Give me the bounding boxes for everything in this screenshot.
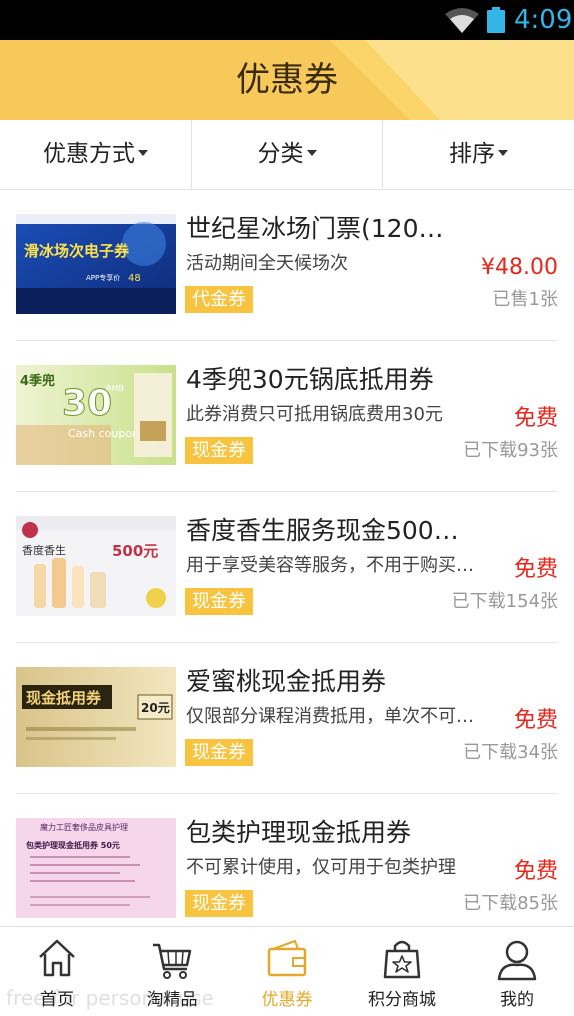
- coupon-type-badge: 现金券: [185, 739, 253, 766]
- title-bar: 优惠券: [0, 40, 574, 120]
- coupon-price: ¥48.00: [481, 255, 558, 280]
- filter-label: 分类: [257, 141, 304, 167]
- filter-label: 优惠方式: [43, 141, 135, 167]
- home-icon: [39, 939, 75, 977]
- tab-coupons[interactable]: 优惠券: [230, 927, 344, 1016]
- coupon-description: 不可累计使用，仅可用于包类护理: [186, 857, 456, 878]
- clock: 4:09: [514, 5, 573, 35]
- page-title: 优惠券: [236, 60, 338, 100]
- coupon-description: 仅限部分课程消费抵用，单次不可累…: [186, 706, 491, 727]
- coupon-item[interactable]: 4季兜 30 RMB Cash coupon 4季兜30元锅底抵用券 此券消费只…: [0, 341, 574, 492]
- coupon-item[interactable]: 魔力工匠奢侈品皮具护理 包类护理现金抵用券 50元 包类护理现金抵用券 不可累计…: [0, 794, 574, 945]
- thumb-text: APP专享价: [86, 273, 120, 282]
- caret-down-icon: [498, 149, 508, 156]
- coupon-price: 免费: [513, 557, 558, 582]
- status-bar: 4:09: [0, 0, 574, 40]
- coupon-sold-count: 已售1张: [492, 289, 558, 310]
- wallet-icon: [267, 940, 307, 977]
- coupon-description: 此券消费只可抵用锅底费用30元: [186, 404, 443, 425]
- thumb-text: 魔力工匠奢侈品皮具护理: [40, 822, 128, 832]
- watermark: free for personal use: [6, 986, 214, 1010]
- thumb-text: RMB: [106, 384, 124, 393]
- coupon-type-badge: 现金券: [185, 588, 253, 615]
- coupon-price: 免费: [513, 406, 558, 431]
- coupon-image: 4季兜 30 RMB Cash coupon: [16, 365, 176, 465]
- profile-icon: [497, 940, 537, 981]
- coupon-description: 用于享受美容等服务，不用于购买美…: [186, 555, 491, 576]
- coupon-image: 现金抵用券 20元: [16, 667, 176, 767]
- filter-bar: 优惠方式 分类 排序: [0, 120, 574, 190]
- coupon-title: 世纪星冰场门票(120…: [186, 214, 444, 243]
- filter-sort[interactable]: 排序: [383, 120, 574, 190]
- thumb-text: 48: [128, 273, 141, 284]
- tab-label: 积分商城: [368, 990, 436, 1010]
- wifi-icon: [445, 8, 479, 33]
- coupon-title: 包类护理现金抵用券: [186, 818, 412, 847]
- caret-down-icon: [306, 149, 317, 156]
- tab-label: 优惠券: [261, 990, 313, 1010]
- thumb-text: 现金抵用券: [26, 689, 102, 707]
- thumb-text: 30: [62, 383, 112, 424]
- coupon-type-badge: 代金券: [185, 286, 253, 313]
- tab-mine[interactable]: 我的: [460, 927, 574, 1016]
- coupon-image: 香度香生 500元: [16, 516, 176, 616]
- filter-category[interactable]: 分类: [192, 120, 382, 190]
- tab-points-mall[interactable]: 积分商城: [345, 927, 459, 1016]
- coupon-item[interactable]: 香度香生 500元 香度香生服务现金500元… 用于享受美容等服务，不用于购买美…: [0, 492, 574, 643]
- battery-icon: [487, 7, 505, 33]
- tab-label: 我的: [500, 990, 534, 1010]
- filter-label: 排序: [449, 141, 495, 167]
- caret-down-icon: [138, 149, 148, 156]
- coupon-sold-count: 已下载34张: [463, 742, 558, 763]
- coupon-item[interactable]: 滑冰场次电子券 APP专享价 48 世纪星冰场门票(120… 活动期间全天候场次…: [0, 190, 574, 341]
- coupon-price: 免费: [513, 708, 558, 733]
- thumb-text: 包类护理现金抵用券 50元: [25, 840, 120, 850]
- coupon-title: 爱蜜桃现金抵用券: [186, 667, 387, 696]
- thumb-text: 4季兜: [20, 373, 55, 389]
- thumb-text: 香度香生: [22, 543, 66, 557]
- coupon-type-badge: 现金券: [185, 437, 253, 464]
- coupon-type-badge: 现金券: [185, 890, 253, 917]
- coupon-image: 魔力工匠奢侈品皮具护理 包类护理现金抵用券 50元: [16, 818, 176, 918]
- thumb-text: Cash coupon: [68, 427, 139, 440]
- coupon-sold-count: 已下载93张: [463, 440, 558, 461]
- coupon-image: 滑冰场次电子券 APP专享价 48: [16, 214, 176, 314]
- thumb-text: 500元: [112, 542, 158, 560]
- coupon-sold-count: 已下载154张: [451, 591, 558, 612]
- coupon-price: 免费: [513, 859, 558, 884]
- coupon-title: 香度香生服务现金500元…: [186, 516, 466, 545]
- coupon-description: 活动期间全天候场次: [186, 253, 348, 274]
- thumb-text: 20元: [141, 701, 170, 715]
- thumb-text: 滑冰场次电子券: [24, 242, 130, 260]
- coupon-item[interactable]: 现金抵用券 20元 爱蜜桃现金抵用券 仅限部分课程消费抵用，单次不可累… 现金券…: [0, 643, 574, 794]
- shopping-bag-icon: [383, 940, 421, 979]
- coupon-title: 4季兜30元锅底抵用券: [186, 365, 434, 394]
- coupon-sold-count: 已下载85张: [463, 893, 558, 914]
- cart-icon: [153, 943, 192, 979]
- filter-discount-type[interactable]: 优惠方式: [0, 120, 191, 190]
